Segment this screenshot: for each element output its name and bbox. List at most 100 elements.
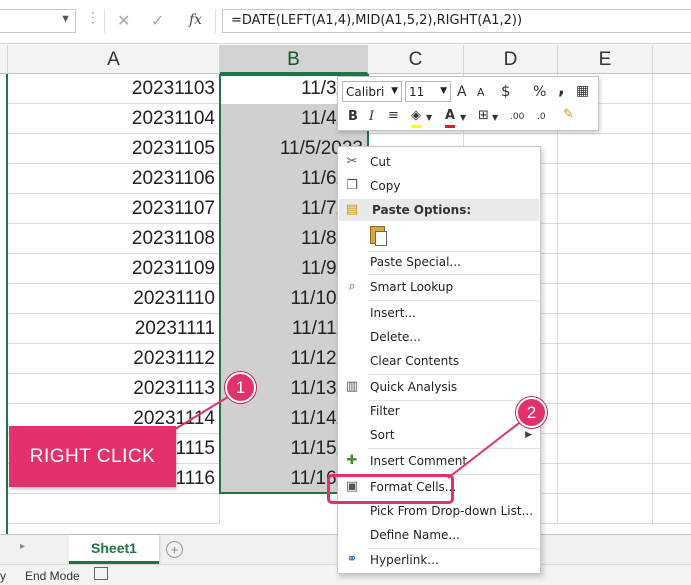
format-painter-icon[interactable]: ✎ <box>563 106 574 124</box>
cell-f[interactable] <box>653 224 691 254</box>
fill-color-icon[interactable]: ◈ <box>411 107 421 128</box>
decrease-decimal-icon[interactable]: .0 <box>537 108 546 126</box>
cell-a[interactable]: 20231113 <box>8 374 220 404</box>
cell-a[interactable]: 20231107 <box>8 194 220 224</box>
cell-a[interactable]: 20231108 <box>8 224 220 254</box>
cell-e[interactable] <box>558 344 653 374</box>
cell-f[interactable] <box>653 344 691 374</box>
menu-item-sort[interactable]: Sort ▶ <box>338 423 540 447</box>
cell-e[interactable] <box>558 374 653 404</box>
decrease-font-icon[interactable]: A <box>477 84 485 102</box>
chevron-down-icon[interactable]: ▼ <box>426 109 432 127</box>
cell-a[interactable]: 20231109 <box>8 254 220 284</box>
column-header-b[interactable]: B <box>220 45 368 74</box>
cell-e[interactable] <box>558 404 653 434</box>
cell-a[interactable]: 20231104 <box>8 104 220 134</box>
menu-item-label: Insert Comment <box>370 454 468 468</box>
cell-f[interactable] <box>653 404 691 434</box>
font-size-select[interactable]: 11 ▼ <box>405 81 451 102</box>
menu-item-insert-comment[interactable]: ✚ Insert Comment <box>338 449 540 473</box>
menu-item-clear-contents[interactable]: Clear Contents <box>338 349 540 373</box>
cell-f[interactable] <box>653 374 691 404</box>
cell-f[interactable] <box>653 164 691 194</box>
menu-item-insert[interactable]: Insert... <box>338 301 540 325</box>
cell-e[interactable] <box>558 314 653 344</box>
cell-f[interactable] <box>653 314 691 344</box>
cell-f[interactable] <box>653 254 691 284</box>
row-header-strip <box>0 45 8 74</box>
increase-decimal-icon[interactable]: .00 <box>510 108 524 126</box>
italic-icon[interactable]: I <box>369 108 374 126</box>
cell-f[interactable] <box>653 434 691 464</box>
menu-item-format-cells[interactable]: ▣ Format Cells... <box>338 475 540 499</box>
column-header-a[interactable]: A <box>8 45 220 74</box>
menu-item-filter[interactable]: Filter▶ <box>338 399 540 423</box>
menu-item-cut[interactable]: ✂ Cut <box>338 150 540 174</box>
align-center-icon[interactable]: ≡ <box>388 107 399 125</box>
menu-item-label: Format Cells... <box>370 480 457 494</box>
cell-e[interactable] <box>558 434 653 464</box>
menu-item-label: Pick From Drop-down List... <box>370 504 534 518</box>
menu-item-copy[interactable]: ❐ Copy <box>338 174 540 198</box>
cell-e[interactable] <box>558 224 653 254</box>
column-header-e[interactable]: E <box>558 45 653 74</box>
menu-item-smart-lookup[interactable]: ⌕ Smart Lookup <box>338 275 540 299</box>
confirm-icon[interactable]: ✓ <box>151 11 164 31</box>
cell-f[interactable] <box>653 464 691 494</box>
percent-icon[interactable]: % <box>533 83 546 101</box>
menu-item-pick-from-list[interactable]: Pick From Drop-down List... <box>338 499 540 523</box>
cell-a[interactable]: 20231106 <box>8 164 220 194</box>
tab-sheet1[interactable]: Sheet1 <box>69 535 159 564</box>
borders-icon[interactable]: ⊞ <box>478 107 489 125</box>
cancel-icon[interactable]: ✕ <box>117 11 130 31</box>
cell-e[interactable] <box>558 464 653 494</box>
tab-scroll-icon[interactable]: ▸ <box>20 541 25 552</box>
menu-item-define-name[interactable]: Define Name... <box>338 523 540 547</box>
chevron-down-icon[interactable]: ▼ <box>60 13 71 25</box>
comma-style-icon[interactable]: , <box>558 80 565 98</box>
chevron-down-icon[interactable]: ▼ <box>492 109 498 127</box>
column-header-f[interactable] <box>653 45 691 74</box>
cell-f[interactable] <box>653 494 691 524</box>
cell-a[interactable]: 20231103 <box>8 74 220 104</box>
name-box[interactable]: ▼ <box>0 9 76 33</box>
menu-item-paste-special[interactable]: Paste Special... <box>338 250 540 274</box>
add-sheet-icon[interactable]: + <box>166 541 183 558</box>
cell-e[interactable] <box>558 284 653 314</box>
macro-record-icon[interactable] <box>94 567 108 580</box>
menu-item-quick-analysis[interactable]: ▥ Quick Analysis <box>338 375 540 399</box>
menu-item-delete[interactable]: Delete... <box>338 325 540 349</box>
bold-icon[interactable]: B <box>348 108 358 126</box>
font-name-select[interactable]: Calibri ▼ <box>342 81 402 102</box>
column-header-c[interactable]: C <box>368 45 464 74</box>
font-color-icon[interactable]: A <box>445 107 456 128</box>
cell-f[interactable] <box>653 284 691 314</box>
cell-f[interactable] <box>653 74 691 104</box>
currency-icon[interactable]: $ <box>501 82 511 100</box>
row-selection-marker <box>6 74 8 534</box>
column-header-d[interactable]: D <box>464 45 558 74</box>
increase-font-icon[interactable]: A <box>457 83 467 101</box>
menu-item-hyperlink[interactable]: ⚭ Hyperlink... <box>338 548 540 572</box>
cell-e[interactable] <box>558 164 653 194</box>
formula-buttons: ✕ ✓ fx <box>104 9 216 33</box>
cell-a[interactable]: 20231111 <box>8 314 220 344</box>
cell-a[interactable]: 20231112 <box>8 344 220 374</box>
hyperlink-icon: ⚭ <box>346 552 358 567</box>
cell-f[interactable] <box>653 134 691 164</box>
format-painter-table-icon[interactable]: ▦ <box>576 82 589 100</box>
cell-e[interactable] <box>558 494 653 524</box>
cell-f[interactable] <box>653 194 691 224</box>
paste-icon[interactable] <box>368 224 390 248</box>
cell-f[interactable] <box>653 104 691 134</box>
cell-e[interactable] <box>558 194 653 224</box>
menu-item-label: Define Name... <box>370 528 460 542</box>
cell-a[interactable] <box>8 494 220 524</box>
cell-a[interactable]: 20231105 <box>8 134 220 164</box>
cell-a[interactable]: 20231110 <box>8 284 220 314</box>
cell-e[interactable] <box>558 134 653 164</box>
chevron-down-icon[interactable]: ▼ <box>460 109 466 127</box>
insert-function-icon[interactable]: fx <box>189 12 202 28</box>
cell-e[interactable] <box>558 254 653 284</box>
formula-input[interactable]: =DATE(LEFT(A1,4),MID(A1,5,2),RIGHT(A1,2)… <box>222 9 691 33</box>
